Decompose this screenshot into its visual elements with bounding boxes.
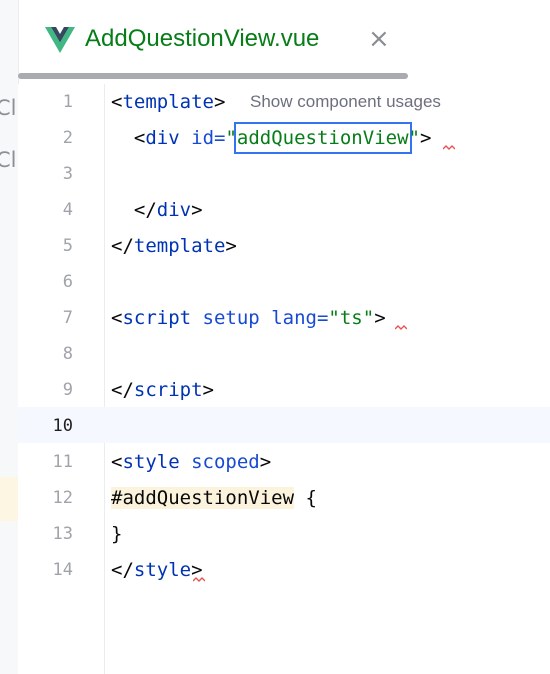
tag-name: script [122,307,192,329]
equals: = [214,127,226,149]
line-number: 3 [62,164,73,184]
line-number: 11 [52,452,73,472]
tag-name: style [133,559,192,581]
tab-active-indicator [18,73,408,79]
error-squiggle [395,325,407,330]
line-number: 2 [62,128,73,148]
code-line-2[interactable]: <div id="addQuestionView"> [111,120,431,156]
css-selector: #addQuestionView [111,487,295,509]
gutter-separator [104,84,105,674]
line-number: 9 [62,380,73,400]
tag-name: style [122,451,180,473]
tag-close: > [419,127,432,149]
tab-file-name: AddQuestionView.vue [85,25,320,52]
code-line-4[interactable]: </div> [111,192,203,228]
error-squiggle [443,145,455,150]
line-number: 7 [62,308,73,328]
show-component-usages-hint[interactable]: Show component usages [250,84,441,120]
line-number: 12 [52,488,73,508]
tag-close: > [191,199,203,221]
code-line-5[interactable]: </template> [111,228,237,264]
code-line-7[interactable]: <script setup lang="ts"> [111,300,386,336]
line-number: 4 [62,200,73,220]
tag-close: > [374,307,386,329]
line-number: 14 [52,560,73,580]
code-line-9[interactable]: </script> [111,372,214,408]
attribute-name: lang [271,307,317,329]
code-line-12[interactable]: #addQuestionView { [111,480,317,516]
tag-close: > [225,235,237,257]
tag-close: > [202,379,214,401]
code-line-11[interactable]: <style scoped> [111,444,271,480]
vue-icon [45,27,75,53]
attribute-value: "ts" [328,307,375,329]
quote: " [408,127,420,149]
line-number: 8 [62,344,73,364]
tag-name: div [156,199,192,221]
tag-name: template [133,235,226,257]
tag-open: < [111,91,123,113]
code-line-13[interactable]: } [111,516,122,552]
side-panel-highlight [0,477,18,521]
tag-open: </ [111,559,134,581]
line-number: 5 [62,236,73,256]
side-panel-strip: Cl Cl [0,0,19,674]
inline-rename-field[interactable]: addQuestionView [233,122,412,154]
equals: = [316,307,329,329]
attribute-name: id [191,127,215,149]
tag-close: > [259,451,272,473]
side-panel-fragment: Cl [0,148,17,172]
tag-open: </ [111,379,134,401]
tag-open: < [111,307,123,329]
side-panel-fragment: Cl [0,96,17,120]
attribute-name: setup [202,307,260,329]
tag-close: > [213,91,226,113]
code-line-14[interactable]: </style> [111,552,203,588]
attribute-name: scoped [191,451,260,473]
tag-open: < [133,127,146,149]
tag-name: div [145,127,180,149]
tag-open: </ [111,235,134,257]
tag-open: < [111,451,123,473]
close-icon[interactable]: × [368,24,390,54]
line-number: 1 [62,92,73,112]
tag-open: </ [133,199,157,221]
line-number: 13 [52,524,73,544]
current-line-highlight [18,407,550,443]
tag-name: script [133,379,203,401]
error-squiggle [193,577,205,582]
code-line-1[interactable]: <template> [111,84,225,120]
tag-name: template [122,91,214,113]
editor-tab[interactable]: AddQuestionView.vue × [18,0,550,80]
line-number: 6 [62,272,73,292]
line-number-current: 10 [52,416,73,436]
brace: } [111,523,123,545]
brace: { [294,487,317,509]
